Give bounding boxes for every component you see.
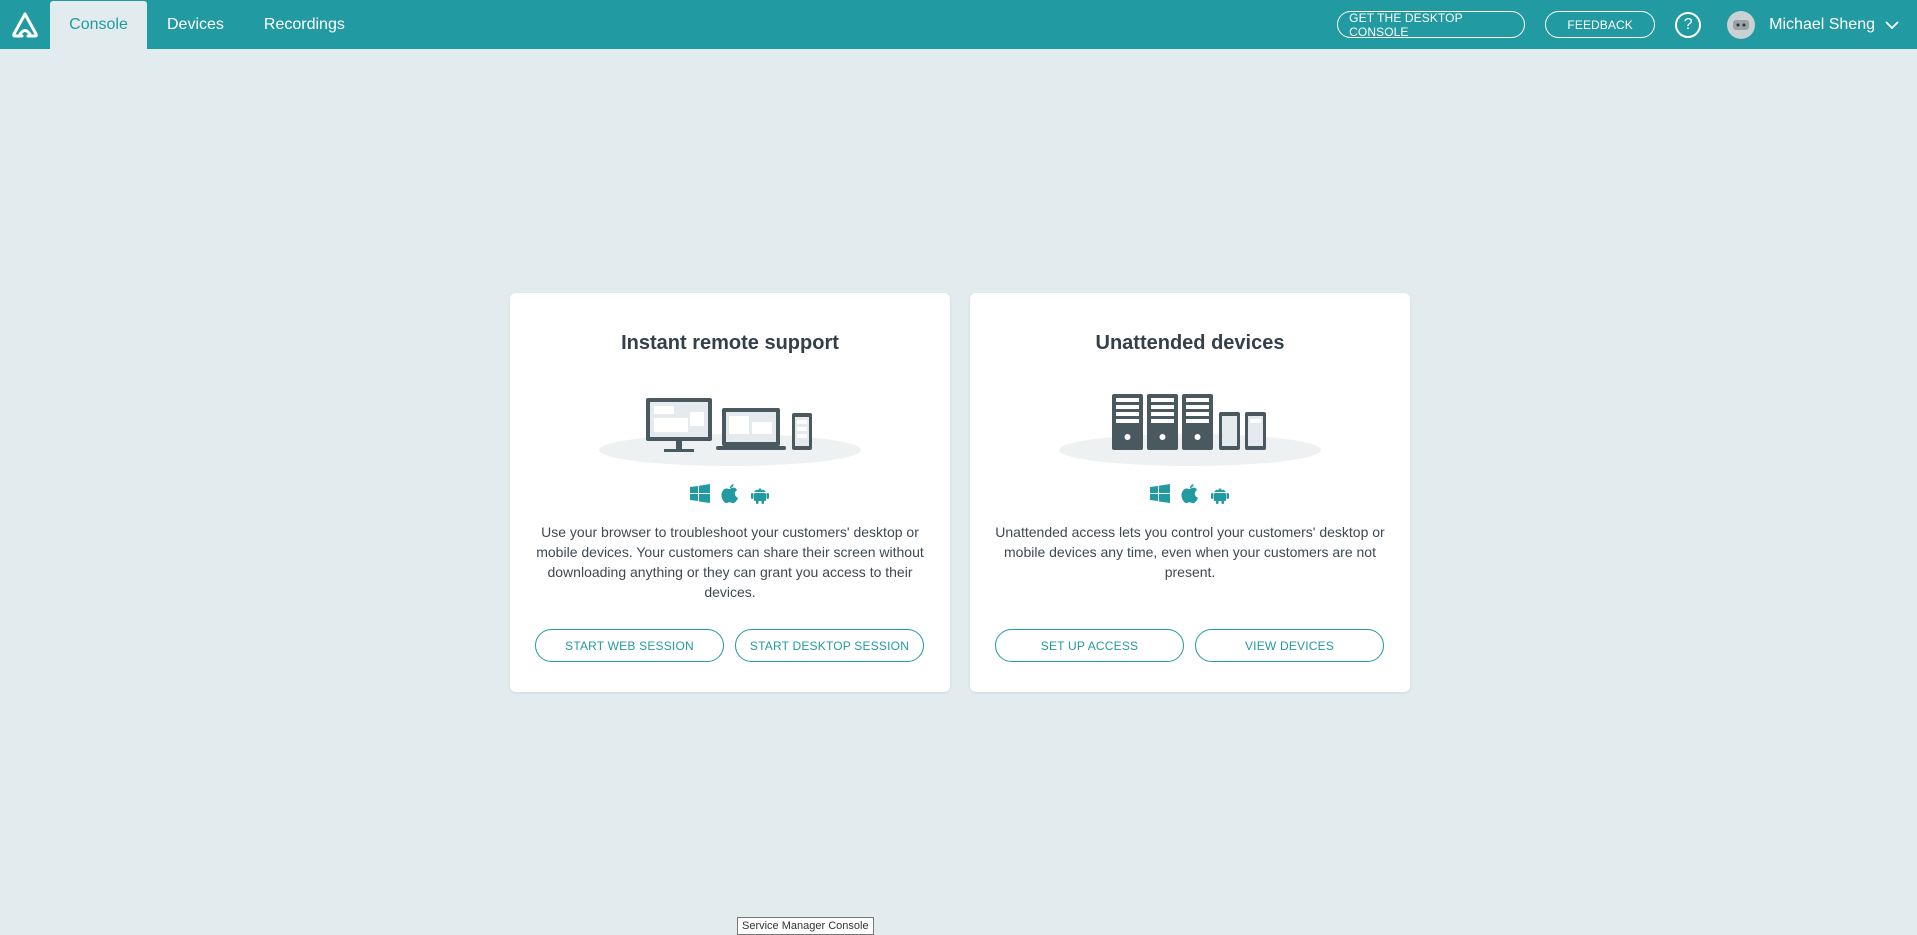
help-icon[interactable]: ? xyxy=(1675,11,1702,38)
user-name: Michael Sheng xyxy=(1769,15,1875,33)
feedback-button[interactable]: FEEDBACK xyxy=(1545,11,1656,38)
instant-remote-support-card: Instant remote support Use your browser … xyxy=(510,293,950,692)
devices-illustration-icon xyxy=(599,398,861,466)
android-icon xyxy=(749,483,771,505)
windows-icon xyxy=(689,483,711,505)
tab-console[interactable]: Console xyxy=(50,1,147,49)
card-title: Instant remote support xyxy=(621,332,839,354)
android-icon xyxy=(1209,483,1231,505)
card-title: Unattended devices xyxy=(1095,332,1285,354)
tab-devices[interactable]: Devices xyxy=(147,0,244,49)
apple-icon xyxy=(719,483,741,505)
set-up-access-button[interactable]: SET UP ACCESS xyxy=(995,629,1184,662)
chevron-down-icon xyxy=(1885,20,1899,29)
start-desktop-session-button[interactable]: START DESKTOP SESSION xyxy=(735,629,924,662)
card-description: Use your browser to troubleshoot your cu… xyxy=(536,524,924,600)
unattended-devices-card: Unattended devices Unattended access let… xyxy=(970,293,1410,692)
supported-os-icons xyxy=(970,483,1410,505)
logo-icon xyxy=(12,12,38,37)
app-logo[interactable] xyxy=(0,0,50,49)
avatar xyxy=(1727,10,1756,39)
windows-icon xyxy=(1149,483,1171,505)
user-menu[interactable]: Michael Sheng xyxy=(1727,10,1899,39)
get-desktop-console-button[interactable]: GET THE DESKTOP CONSOLE xyxy=(1337,11,1526,39)
start-web-session-button[interactable]: START WEB SESSION xyxy=(535,629,724,662)
servers-illustration-icon xyxy=(1059,394,1321,466)
apple-icon xyxy=(1179,483,1201,505)
view-devices-button[interactable]: VIEW DEVICES xyxy=(1195,629,1384,662)
tooltip: Service Manager Console xyxy=(737,917,874,935)
tab-recordings[interactable]: Recordings xyxy=(244,0,365,49)
top-navigation-bar: Console Devices Recordings GET THE DESKT… xyxy=(0,0,1917,49)
supported-os-icons xyxy=(510,483,950,505)
card-description: Unattended access lets you control your … xyxy=(995,524,1385,580)
